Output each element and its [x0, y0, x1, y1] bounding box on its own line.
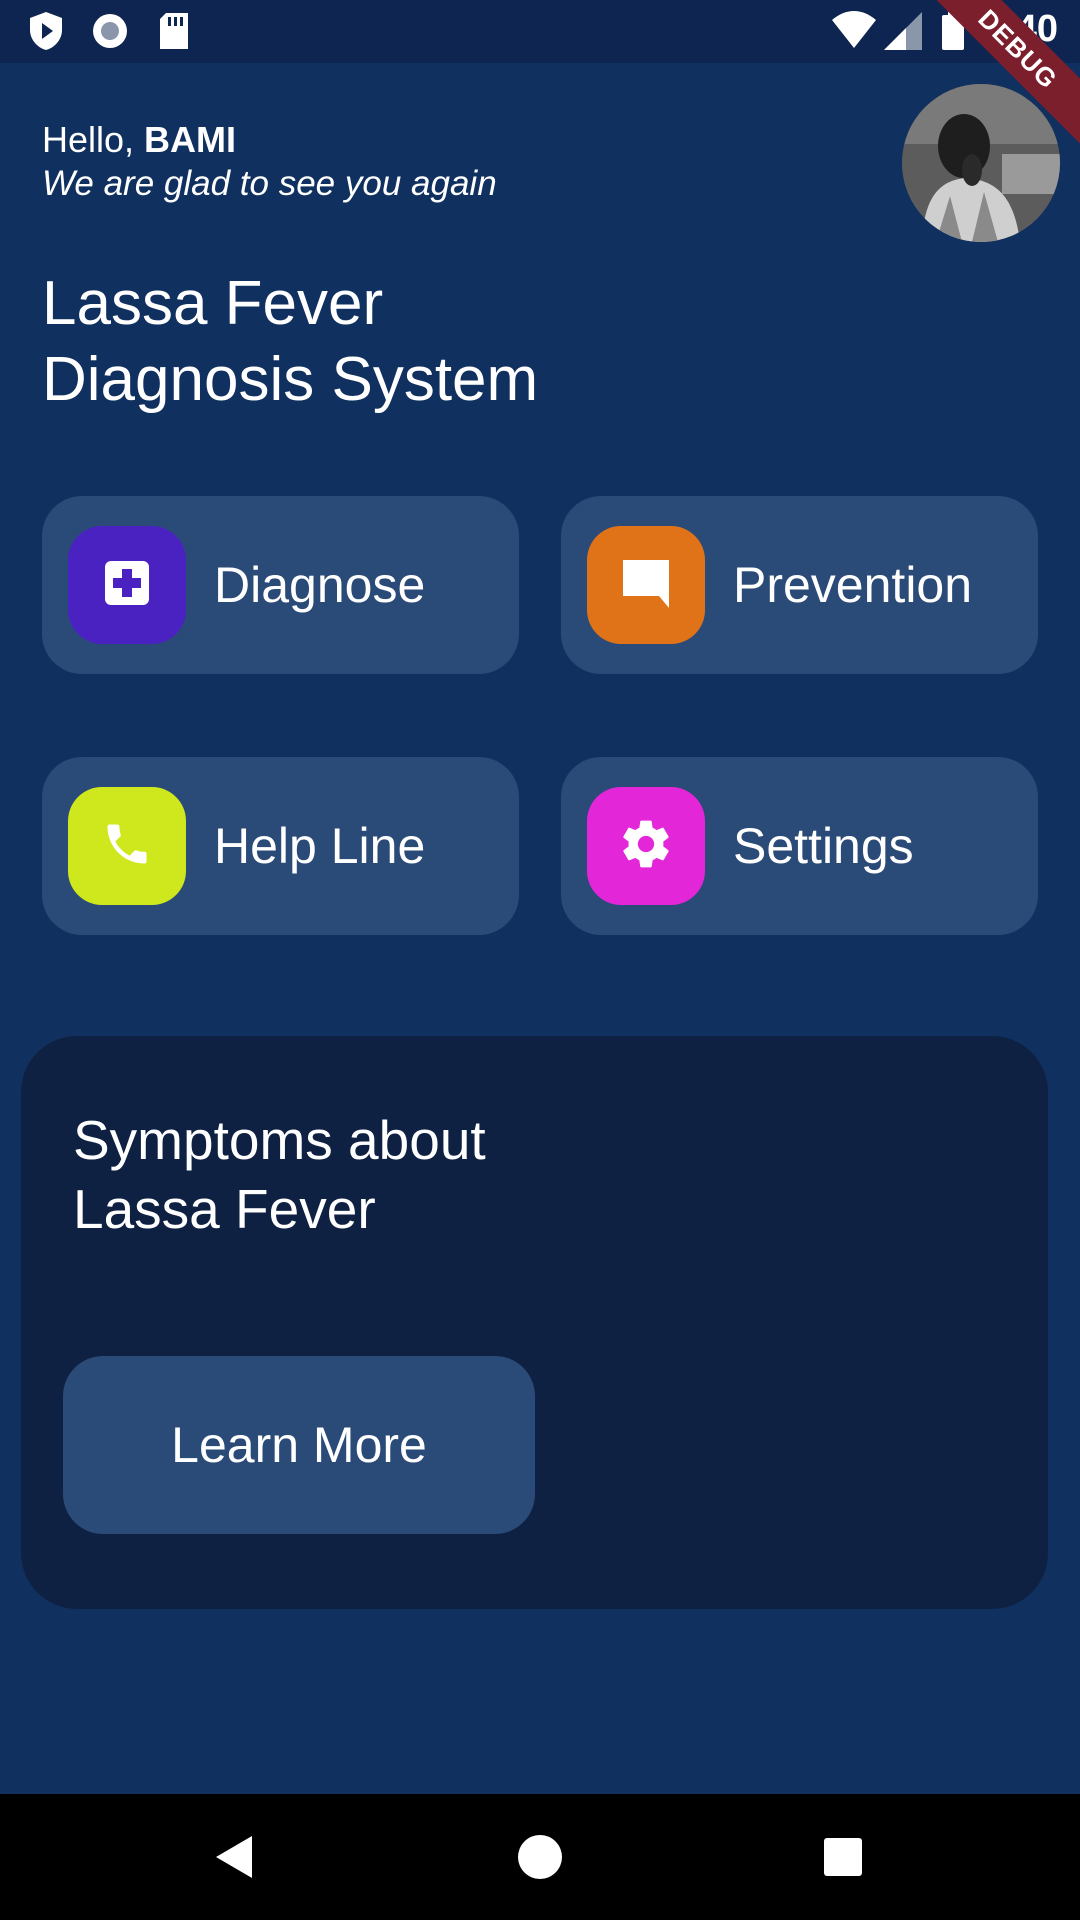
- back-icon[interactable]: [202, 1824, 268, 1890]
- chat-bubble-icon: [619, 556, 673, 615]
- prevention-label: Prevention: [733, 557, 973, 613]
- gear-icon: [618, 816, 674, 877]
- status-bar: 9:40: [0, 0, 1080, 63]
- recents-icon[interactable]: [810, 1824, 876, 1890]
- wifi-icon: [830, 10, 878, 52]
- settings-label: Settings: [733, 818, 914, 874]
- page-title: Lassa Fever Diagnosis System: [42, 266, 742, 418]
- greeting-prefix: Hello,: [42, 119, 145, 160]
- settings-card[interactable]: Settings: [561, 757, 1038, 935]
- phone-icon: [101, 818, 153, 875]
- symptoms-title: Symptoms about Lassa Fever: [73, 1106, 593, 1244]
- greeting: Hello, BAMI We are glad to see you again: [42, 118, 497, 206]
- help-line-card[interactable]: Help Line: [42, 757, 519, 935]
- greeting-subtitle: We are glad to see you again: [42, 164, 497, 203]
- avatar-photo-icon: [902, 84, 1060, 242]
- home-icon[interactable]: [507, 1824, 573, 1890]
- signal-icon: [882, 10, 924, 52]
- sd-card-icon: [154, 10, 194, 52]
- navigation-bar: [0, 1794, 1080, 1920]
- user-name: BAMI: [144, 119, 237, 160]
- learn-more-button[interactable]: Learn More: [63, 1356, 535, 1534]
- prevention-icon-tile: [587, 526, 705, 644]
- help-line-label: Help Line: [214, 818, 426, 874]
- page-title-line2: Diagnosis System: [42, 345, 539, 414]
- play-protect-icon: [26, 10, 66, 52]
- greeting-line: Hello, BAMI: [42, 118, 497, 162]
- help-line-icon-tile: [68, 787, 186, 905]
- user-avatar[interactable]: [902, 84, 1060, 242]
- symptoms-panel: Symptoms about Lassa Fever Learn More: [21, 1036, 1048, 1609]
- symptoms-title-line2: Lassa Fever: [73, 1178, 376, 1240]
- record-icon: [90, 10, 130, 52]
- page-title-line1: Lassa Fever: [42, 269, 384, 338]
- diagnose-card[interactable]: Diagnose: [42, 496, 519, 674]
- settings-icon-tile: [587, 787, 705, 905]
- symptoms-title-line1: Symptoms about: [73, 1109, 486, 1171]
- medical-cross-icon: [103, 559, 151, 612]
- app-screen: 9:40 DEBUG Hello, BAMI We are glad to se…: [0, 0, 1080, 1920]
- diagnose-label: Diagnose: [214, 557, 426, 613]
- diagnose-icon-tile: [68, 526, 186, 644]
- prevention-card[interactable]: Prevention: [561, 496, 1038, 674]
